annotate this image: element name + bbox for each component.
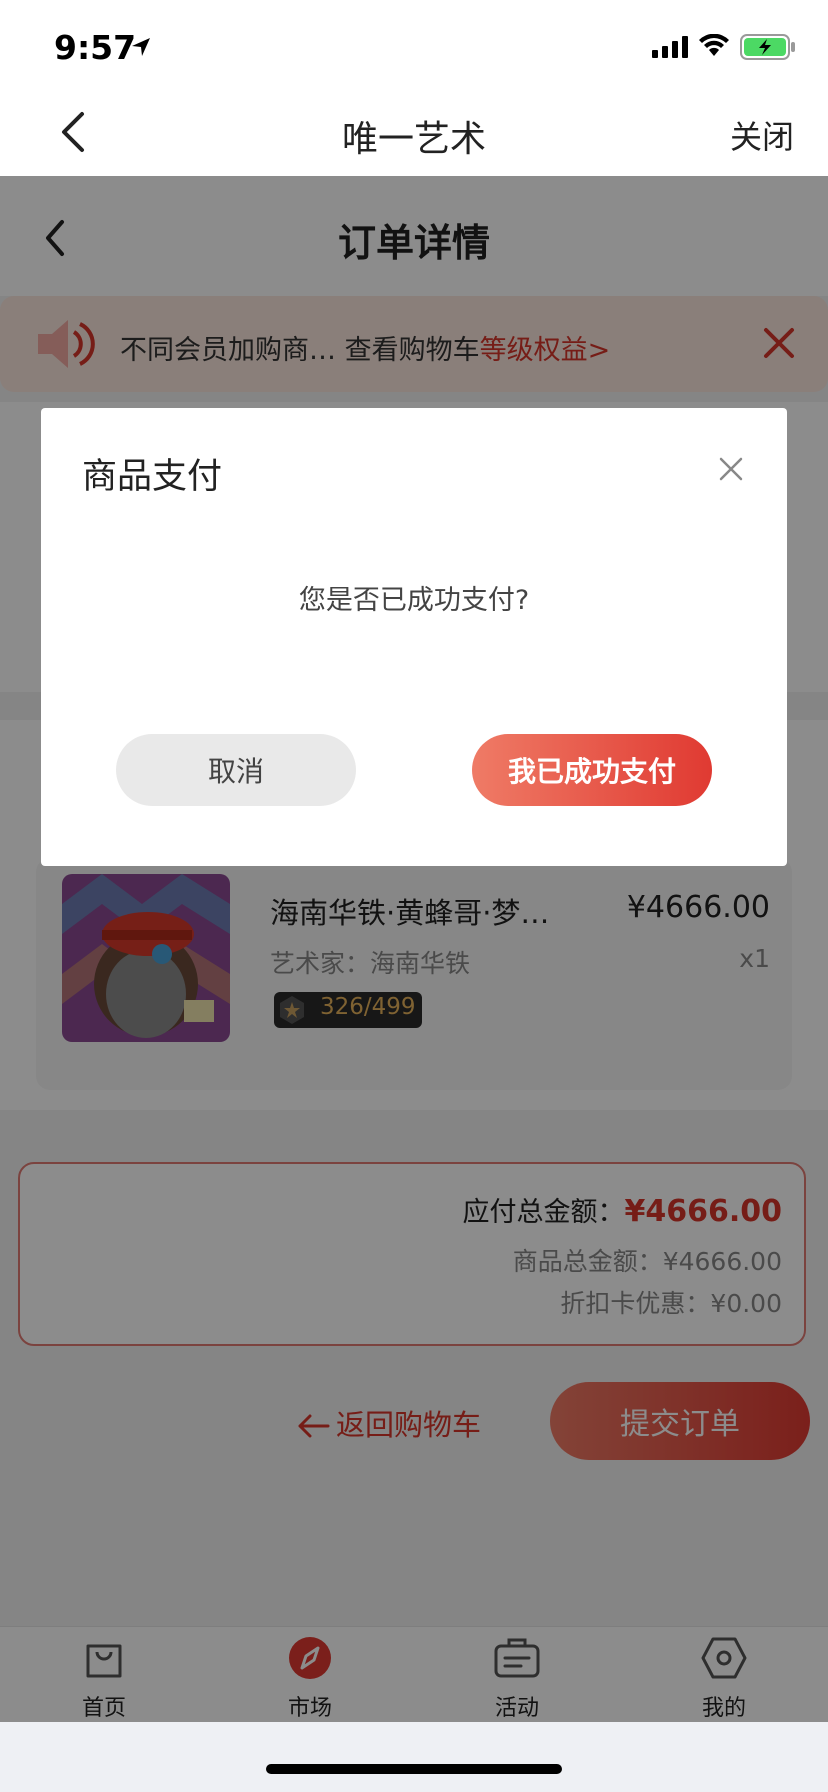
battery-charging-icon <box>740 34 795 60</box>
location-arrow-icon <box>132 38 150 56</box>
wifi-icon <box>699 34 729 56</box>
home-indicator[interactable] <box>266 1764 562 1774</box>
status-time: 9:57 <box>54 28 137 67</box>
cancel-button[interactable]: 取消 <box>116 734 356 806</box>
close-icon[interactable] <box>716 454 746 484</box>
cellular-signal-icon <box>652 36 688 58</box>
home-indicator-area <box>0 1722 828 1792</box>
dialog-title: 商品支付 <box>82 457 223 497</box>
nav-title: 唯一艺术 <box>341 119 486 160</box>
close-link[interactable]: 关闭 <box>730 112 794 158</box>
confirm-paid-button[interactable]: 我已成功支付 <box>472 734 712 806</box>
dialog-message: 您是否已成功支付? <box>298 585 530 616</box>
